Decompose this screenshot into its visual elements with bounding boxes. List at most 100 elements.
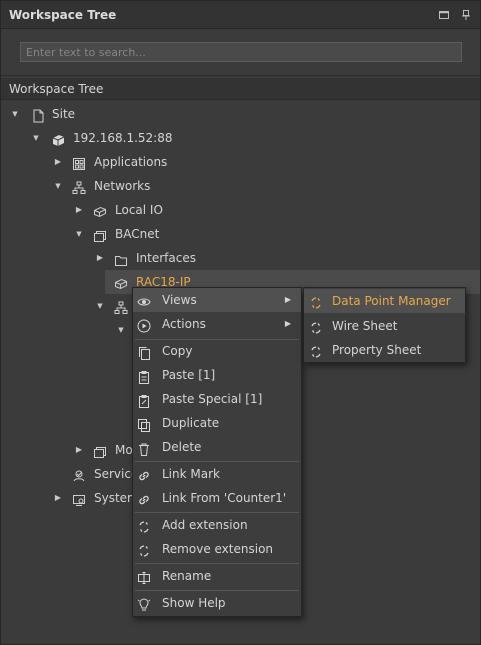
context-menu: Views ▶ Actions ▶ Copy Paste [1] Paste S… (132, 287, 302, 617)
folder-stack-icon (93, 227, 107, 242)
menu-item-remove-extension[interactable]: Remove extension (133, 537, 301, 561)
eye-icon (137, 293, 151, 307)
panel-titlebar: Workspace Tree (1, 1, 480, 29)
submenu-arrow-icon: ▶ (284, 295, 291, 304)
menu-item-label: Paste Special [1] (162, 392, 263, 406)
tree-section-title: Workspace Tree (9, 82, 104, 96)
lightbulb-icon (137, 596, 151, 611)
grid-icon (72, 155, 86, 170)
tree-node-label: BACnet (115, 227, 160, 241)
menu-item-add-extension[interactable]: Add extension (133, 513, 301, 537)
submenu-item-label: Property Sheet (332, 343, 422, 357)
copy-icon (137, 344, 151, 360)
views-submenu: Data Point Manager Wire Sheet Property S… (303, 287, 466, 363)
expand-arrow-icon[interactable]: ▼ (53, 174, 63, 198)
submenu-arrow-icon: ▶ (284, 319, 291, 328)
menu-item-label: Views (162, 293, 197, 307)
menu-item-label: Delete (162, 440, 202, 454)
tree-node-system[interactable]: ▶ System (1, 486, 139, 510)
pin-icon[interactable] (460, 9, 472, 21)
spinner-icon (309, 319, 323, 334)
menu-item-label: Show Help (162, 596, 226, 610)
menu-item-label: Remove extension (162, 542, 274, 556)
tree-node-label: Networks (94, 179, 151, 193)
tree-node-site[interactable]: ▼ Site (1, 102, 480, 126)
device-icon (114, 275, 128, 290)
menu-item-link-mark[interactable]: Link Mark (133, 462, 301, 486)
menu-item-duplicate[interactable]: Duplicate (133, 411, 301, 435)
trash-icon (137, 440, 151, 456)
tree-node-bacnet[interactable]: ▼ BACnet (1, 222, 480, 246)
submenu-item-property-sheet[interactable]: Property Sheet (304, 338, 465, 362)
collapsed-arrow-icon[interactable]: ▶ (95, 246, 105, 270)
paste-icon (137, 368, 151, 384)
tree-node-host[interactable]: ▼ 192.168.1.52:88 (1, 126, 480, 150)
menu-item-delete[interactable]: Delete (133, 435, 301, 459)
menu-item-link-from[interactable]: Link From 'Counter1' (133, 486, 301, 510)
folder-icon (114, 251, 128, 266)
tree-node-applications[interactable]: ▶ Applications (1, 150, 480, 174)
menu-item-label: Link Mark (162, 467, 220, 481)
menu-item-actions[interactable]: Actions ▶ (133, 312, 301, 336)
page-icon (31, 107, 45, 123)
expand-arrow-icon[interactable]: ▼ (116, 318, 126, 342)
duplicate-icon (137, 416, 151, 432)
tree-node-label: 192.168.1.52:88 (73, 131, 173, 145)
tree-node-local-io[interactable]: ▶ Local IO (1, 198, 480, 222)
submenu-item-wire-sheet[interactable]: Wire Sheet (304, 314, 465, 338)
panel-title: Workspace Tree (9, 8, 117, 22)
expand-arrow-icon[interactable]: ▼ (74, 222, 84, 246)
spinner-icon (137, 542, 151, 557)
device-icon (93, 203, 107, 218)
expand-arrow-icon[interactable]: ▼ (31, 126, 41, 150)
submenu-item-label: Data Point Manager (332, 294, 451, 308)
tree-node-interfaces[interactable]: ▶ Interfaces (1, 246, 480, 270)
collapsed-arrow-icon[interactable]: ▶ (74, 438, 84, 462)
maximize-icon[interactable] (438, 9, 450, 21)
system-icon (72, 491, 86, 506)
tree-node-label: Applications (94, 155, 168, 169)
collapsed-arrow-icon[interactable]: ▶ (74, 198, 84, 222)
tree-node-label: Mo (115, 443, 133, 457)
folder-stack-icon (93, 443, 107, 458)
menu-item-label: Rename (162, 569, 212, 583)
service-icon (72, 467, 86, 482)
tree-section-header: Workspace Tree (1, 78, 480, 100)
network-icon (72, 179, 86, 194)
menu-item-show-help[interactable]: Show Help (133, 591, 301, 615)
rename-icon (137, 569, 151, 584)
collapsed-arrow-icon[interactable]: ▶ (53, 486, 63, 510)
link-icon (137, 467, 151, 481)
tree-node-points[interactable]: ▼ (1, 294, 133, 318)
tree-node-child[interactable]: ▼ (1, 318, 133, 342)
menu-item-rename[interactable]: Rename (133, 564, 301, 588)
menu-item-paste-special[interactable]: Paste Special [1] (133, 387, 301, 411)
play-icon (137, 317, 151, 333)
spinner-icon (137, 518, 151, 533)
tree-node-networks[interactable]: ▼ Networks (1, 174, 480, 198)
network-icon (114, 299, 128, 314)
menu-item-paste[interactable]: Paste [1] (133, 363, 301, 387)
menu-item-views[interactable]: Views ▶ (133, 288, 301, 312)
tree-node-modbus[interactable]: ▶ Mo (1, 438, 133, 462)
menu-item-copy[interactable]: Copy (133, 339, 301, 363)
spinner-icon (309, 343, 323, 358)
tree-node-label: Site (52, 107, 76, 121)
menu-item-label: Paste [1] (162, 368, 216, 382)
menu-item-label: Copy (162, 344, 193, 358)
menu-item-label: Duplicate (162, 416, 220, 430)
paste-special-icon (137, 392, 151, 408)
tree-node-label: Local IO (115, 203, 163, 217)
tree-node-services[interactable]: Service (1, 462, 138, 486)
collapsed-arrow-icon[interactable]: ▶ (53, 150, 63, 174)
expand-arrow-icon[interactable]: ▼ (10, 102, 20, 126)
submenu-item-label: Wire Sheet (332, 319, 398, 333)
menu-item-label: Actions (162, 317, 206, 331)
search-area (1, 30, 480, 76)
station-icon (51, 131, 65, 146)
search-input[interactable] (20, 42, 462, 62)
submenu-item-data-point-manager[interactable]: Data Point Manager (304, 289, 465, 313)
menu-item-label: Link From 'Counter1' (162, 491, 287, 505)
expand-arrow-icon[interactable]: ▼ (95, 294, 105, 318)
tree-node-label: Interfaces (136, 251, 196, 265)
